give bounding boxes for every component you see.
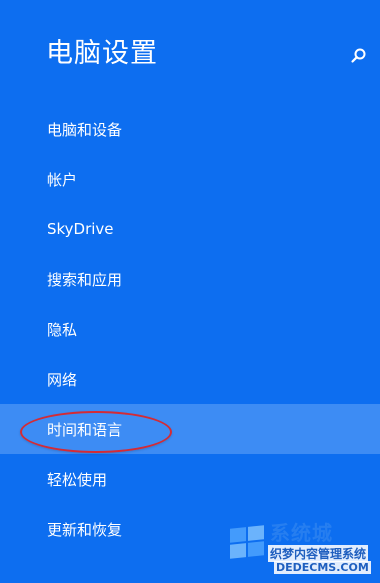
nav-item-network[interactable]: 网络 bbox=[0, 354, 380, 404]
nav-item-accounts[interactable]: 帐户 bbox=[0, 154, 380, 204]
nav-item-label: 电脑和设备 bbox=[47, 120, 123, 139]
nav-item-ease-of-access[interactable]: 轻松使用 bbox=[0, 454, 380, 504]
watermark-url: DEDECMS.COM bbox=[274, 561, 371, 574]
nav-item-label: SkyDrive bbox=[47, 220, 114, 238]
nav-item-update-and-recovery[interactable]: 更新和恢复 bbox=[0, 504, 380, 554]
nav-item-label: 网络 bbox=[47, 370, 78, 389]
nav-item-label: 轻松使用 bbox=[47, 470, 108, 489]
nav-item-label: 帐户 bbox=[47, 170, 78, 189]
search-button[interactable] bbox=[346, 43, 372, 69]
nav-item-label: 搜索和应用 bbox=[47, 270, 123, 289]
nav-item-label: 更新和恢复 bbox=[47, 520, 123, 539]
nav-item-privacy[interactable]: 隐私 bbox=[0, 304, 380, 354]
nav-item-search-and-apps[interactable]: 搜索和应用 bbox=[0, 254, 380, 304]
nav-item-time-and-language[interactable]: 时间和语言 bbox=[0, 404, 380, 454]
nav-item-skydrive[interactable]: SkyDrive bbox=[0, 204, 380, 254]
search-icon bbox=[351, 48, 366, 63]
page-title: 电脑设置 bbox=[46, 38, 158, 69]
nav-item-label: 时间和语言 bbox=[47, 420, 123, 439]
nav-item-label: 隐私 bbox=[47, 320, 78, 339]
nav-item-pc-and-devices[interactable]: 电脑和设备 bbox=[0, 104, 380, 154]
settings-nav: 电脑和设备 帐户 SkyDrive 搜索和应用 隐私 网络 时间和语言 轻松使用… bbox=[0, 104, 380, 554]
